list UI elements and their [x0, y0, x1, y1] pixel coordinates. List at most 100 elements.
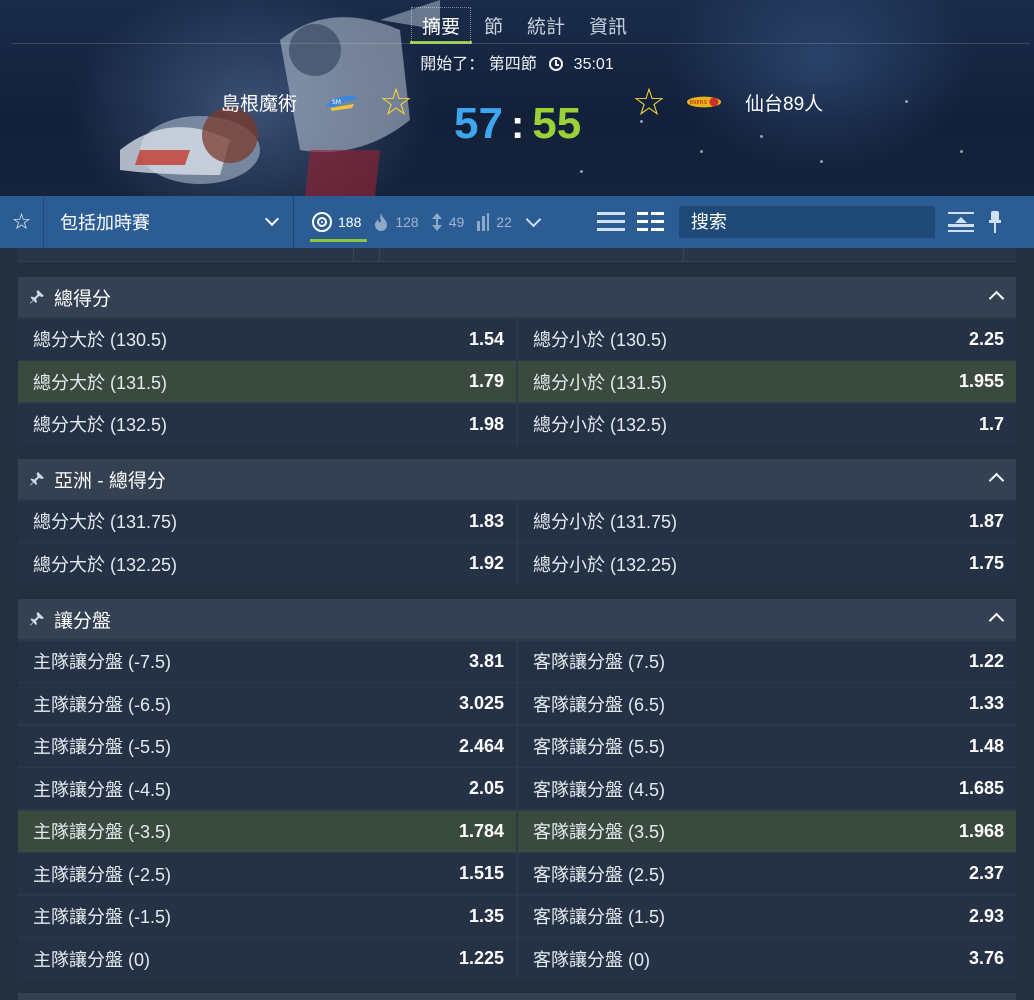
tabs-divider: [12, 43, 1030, 44]
status-prefix: 開始了：: [420, 56, 485, 73]
period-select[interactable]: 包括加時賽: [44, 196, 294, 248]
odds-cell-home[interactable]: 主隊讓分盤 (0) 1.225: [18, 938, 516, 979]
match-tabs: 摘要 節 統計 資訊: [410, 6, 639, 44]
selection-label: 主隊讓分盤 (-1.5): [33, 907, 172, 927]
chevron-up-icon[interactable]: [988, 472, 1005, 489]
away-score: 55: [532, 99, 582, 148]
market-handicap: 讓分盤 主隊讓分盤 (-7.5) 3.81 客隊讓分盤 (7.5) 1.22 主隊讓…: [18, 599, 1016, 979]
collapse-all-icon[interactable]: [947, 210, 975, 234]
odds-cell-under[interactable]: 總分小於 (132.5) 1.7: [518, 403, 1016, 445]
odds-cell-home[interactable]: 主隊讓分盤 (-6.5) 3.025: [18, 683, 516, 724]
selection-label: 客隊讓分盤 (0): [533, 949, 650, 970]
odds-cell-home[interactable]: 主隊讓分盤 (-3.5) 1.784: [18, 810, 516, 852]
tab-info[interactable]: 資訊: [577, 6, 639, 44]
odds-value: 1.33: [968, 693, 1004, 713]
tab-periods[interactable]: 節: [472, 6, 515, 44]
odds-row: 總分大於 (131.5) 1.79 總分小於 (131.5) 1.955: [18, 360, 1016, 402]
filter-all-markets[interactable]: 188: [306, 196, 368, 248]
market-title: 亞洲 - 總得分: [54, 470, 166, 492]
filter-count: 22: [496, 214, 512, 230]
odds-cell-over[interactable]: 總分大於 (132.25) 1.92: [18, 543, 516, 584]
period-select-value: 包括加時賽: [60, 213, 150, 233]
next-market-edge: [18, 993, 1016, 1000]
market-header[interactable]: 讓分盤: [18, 599, 1016, 639]
more-filters-chevron-icon[interactable]: [525, 211, 542, 227]
odds-value: 1.79: [468, 371, 504, 391]
away-team-logo: 89ERS: [686, 96, 722, 108]
odds-cell-over[interactable]: 總分大於 (130.5) 1.54: [18, 318, 516, 360]
home-score: 57: [454, 99, 503, 148]
market-total-points: 總得分 總分大於 (130.5) 1.54 總分小於 (130.5) 2.25 總分…: [18, 277, 1016, 445]
odds-cell-home[interactable]: 主隊讓分盤 (-5.5) 2.464: [18, 725, 516, 767]
fire-icon: [375, 213, 388, 231]
search-input[interactable]: [690, 211, 923, 233]
odds-value: 2.05: [468, 778, 504, 798]
odds-cell-over[interactable]: 總分大於 (131.75) 1.83: [18, 500, 516, 542]
game-clock: 35:01: [573, 56, 614, 73]
odds-cell-under[interactable]: 總分小於 (131.75) 1.87: [518, 500, 1016, 542]
selection-label: 客隊讓分盤 (4.5): [533, 779, 666, 800]
selection-label: 客隊讓分盤 (2.5): [533, 864, 666, 885]
odds-cell-home[interactable]: 主隊讓分盤 (-2.5) 1.515: [18, 853, 516, 894]
odds-value: 1.87: [968, 510, 1004, 531]
odds-cell-under[interactable]: 總分小於 (132.25) 1.75: [518, 543, 1016, 584]
odds-row: 總分大於 (132.25) 1.92 總分小於 (132.25) 1.75: [18, 542, 1016, 584]
filter-count: 188: [338, 214, 362, 230]
selection-label: 客隊讓分盤 (3.5): [533, 822, 666, 842]
odds-cell-home[interactable]: 主隊讓分盤 (-7.5) 3.81: [18, 640, 516, 682]
odds-cell-away[interactable]: 客隊讓分盤 (3.5) 1.968: [518, 810, 1016, 852]
odds-cell-away[interactable]: 客隊讓分盤 (0) 3.76: [518, 938, 1016, 979]
market-header[interactable]: 總得分: [18, 277, 1016, 317]
odds-cell-away[interactable]: 客隊讓分盤 (4.5) 1.685: [518, 768, 1016, 809]
odds-cell-under[interactable]: 總分小於 (131.5) 1.955: [518, 361, 1016, 402]
chevron-up-icon[interactable]: [988, 612, 1005, 629]
filter-count: 128: [395, 214, 419, 230]
tab-summary[interactable]: 摘要: [410, 6, 473, 44]
odds-value: 3.76: [968, 948, 1004, 968]
odds-cell-over[interactable]: 總分大於 (131.5) 1.79: [18, 361, 516, 402]
odds-value: 1.75: [968, 553, 1004, 573]
selection-label: 總分小於 (132.5): [533, 415, 668, 435]
market-title: 總得分: [54, 288, 112, 310]
odds-cell-home[interactable]: 主隊讓分盤 (-4.5) 2.05: [18, 768, 516, 809]
odds-cell-home[interactable]: 主隊讓分盤 (-1.5) 1.35: [18, 895, 516, 937]
home-team-name: 島根魔術: [221, 94, 298, 115]
selection-label: 客隊讓分盤 (6.5): [533, 694, 666, 715]
odds-value: 1.92: [468, 553, 504, 573]
selection-label: 總分大於 (131.5): [33, 372, 168, 393]
clock-icon: [549, 57, 564, 71]
odds-value: 2.93: [968, 905, 1004, 926]
pin-icon[interactable]: [988, 209, 1001, 235]
odds-value: 1.48: [968, 735, 1004, 756]
filter-count: 49: [448, 214, 465, 230]
market-header[interactable]: 亞洲 - 總得分: [18, 459, 1016, 499]
odds-cell-away[interactable]: 客隊讓分盤 (2.5) 2.37: [518, 853, 1016, 894]
odds-value: 1.515: [458, 863, 504, 883]
filter-stats[interactable]: 22: [470, 196, 518, 248]
list-view-icon[interactable]: [595, 210, 627, 234]
favorite-away-star-icon[interactable]: ☆: [632, 84, 666, 122]
odds-value: 1.968: [958, 820, 1004, 841]
score-separator: :: [510, 103, 525, 147]
pin-icon[interactable]: [30, 612, 44, 626]
pin-icon[interactable]: [30, 290, 44, 304]
favorite-home-star-icon[interactable]: ☆: [379, 84, 413, 122]
odds-cell-over[interactable]: 總分大於 (132.5) 1.98: [18, 403, 516, 445]
filter-handicap[interactable]: 49: [425, 196, 471, 248]
chevron-up-icon[interactable]: [988, 290, 1005, 307]
odds-cell-under[interactable]: 總分小於 (130.5) 2.25: [518, 318, 1016, 360]
selection-label: 總分大於 (132.5): [33, 415, 168, 435]
market-toolbar: ☆ 包括加時賽 188 128 49 22: [0, 196, 1034, 248]
odds-cell-away[interactable]: 客隊讓分盤 (1.5) 2.93: [518, 895, 1016, 937]
svg-text:89ERS: 89ERS: [690, 100, 708, 106]
tab-stats[interactable]: 統計: [515, 6, 577, 44]
pin-icon[interactable]: [30, 472, 44, 486]
home-team-logo: SM: [326, 95, 358, 111]
odds-cell-away[interactable]: 客隊讓分盤 (7.5) 1.22: [518, 640, 1016, 682]
favorites-star-icon[interactable]: ☆: [0, 196, 44, 248]
odds-cell-away[interactable]: 客隊讓分盤 (6.5) 1.33: [518, 683, 1016, 724]
two-column-view-icon[interactable]: [635, 210, 667, 234]
odds-cell-away[interactable]: 客隊讓分盤 (5.5) 1.48: [518, 725, 1016, 767]
target-icon: [312, 212, 332, 232]
filter-popular[interactable]: 128: [367, 196, 424, 248]
